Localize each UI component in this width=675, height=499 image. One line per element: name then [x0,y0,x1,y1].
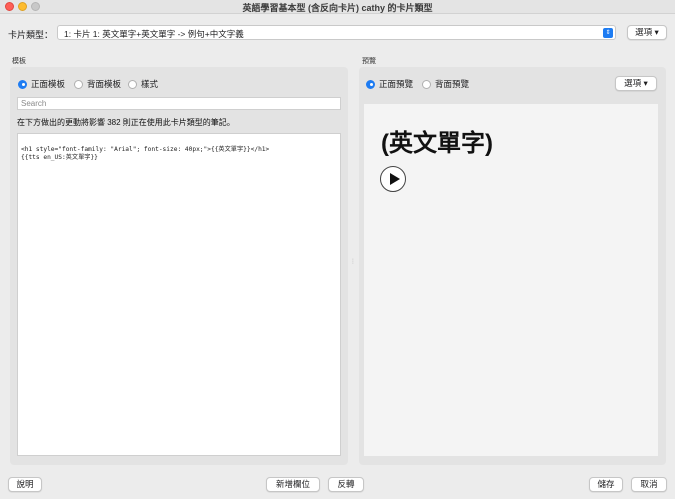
preview-panel: 正面預覽 背面預覽 選項 ▾ (英文單字) [359,67,666,465]
template-panel-label: 模板 [12,58,26,65]
radio-front-preview[interactable]: 正面預覽 [366,78,413,90]
radio-front-preview-label: 正面預覽 [379,79,414,89]
template-editor[interactable]: <h1 style="font-family: "Arial"; font-si… [17,133,341,456]
add-field-button[interactable]: 新增欄位 [266,477,320,492]
cancel-button[interactable]: 取消 [631,477,667,492]
help-button[interactable]: 說明 [8,477,42,492]
notetype-row: 卡片類型： 1: 卡片 1: 英文單字+英文單字 -> 例句+中文字義 ⇕ 選項… [0,25,675,41]
radio-styling-label: 樣式 [141,79,159,89]
card-type-select-value: 1: 卡片 1: 英文單字+英文單字 -> 例句+中文字義 [64,29,244,39]
radio-back-template-indicator [74,79,83,89]
preview-heading: (英文單字) [381,130,493,157]
radio-styling-indicator [128,79,137,89]
radio-back-template-label: 背面模板 [87,79,122,89]
select-stepper-icon: ⇕ [603,28,613,38]
save-button[interactable]: 儲存 [589,477,623,492]
search-input[interactable]: Search [17,97,341,110]
card-options-button[interactable]: 選項 ▾ [627,25,667,40]
preview-options-button[interactable]: 選項 ▾ [615,76,657,91]
radio-front-template[interactable]: 正面模板 [18,78,65,90]
splitter-handle[interactable]: ⋮ [350,258,356,265]
card-type-select[interactable]: 1: 卡片 1: 英文單字+英文單字 -> 例句+中文字義 ⇕ [57,25,616,40]
window-title: 英語學習基本型 (含反向卡片) cathy 的卡片類型 [242,3,433,13]
affected-notes-info: 在下方做出的更動將影響 382 則正在使用此卡片類型的筆記。 [17,118,235,127]
radio-back-preview-label: 背面預覽 [435,79,470,89]
radio-back-template[interactable]: 背面模板 [74,78,121,90]
title-bar: 英語學習基本型 (含反向卡片) cathy 的卡片類型 [0,0,675,14]
radio-front-preview-indicator [366,79,375,89]
flip-button[interactable]: 反轉 [328,477,364,492]
radio-front-template-indicator [18,79,27,89]
radio-front-template-label: 正面模板 [31,79,66,89]
preview-panel-label: 預覽 [362,58,376,65]
card-preview: (英文單字) [364,104,658,456]
play-circle-icon[interactable] [380,166,406,192]
radio-back-preview[interactable]: 背面預覽 [422,78,469,90]
template-panel: 正面模板 背面模板 樣式 Search 在下方做出的更動將影響 382 則正在使… [10,67,348,465]
radio-styling[interactable]: 樣式 [128,78,158,90]
radio-back-preview-indicator [422,79,431,89]
notetype-label: 卡片類型： [8,30,54,40]
